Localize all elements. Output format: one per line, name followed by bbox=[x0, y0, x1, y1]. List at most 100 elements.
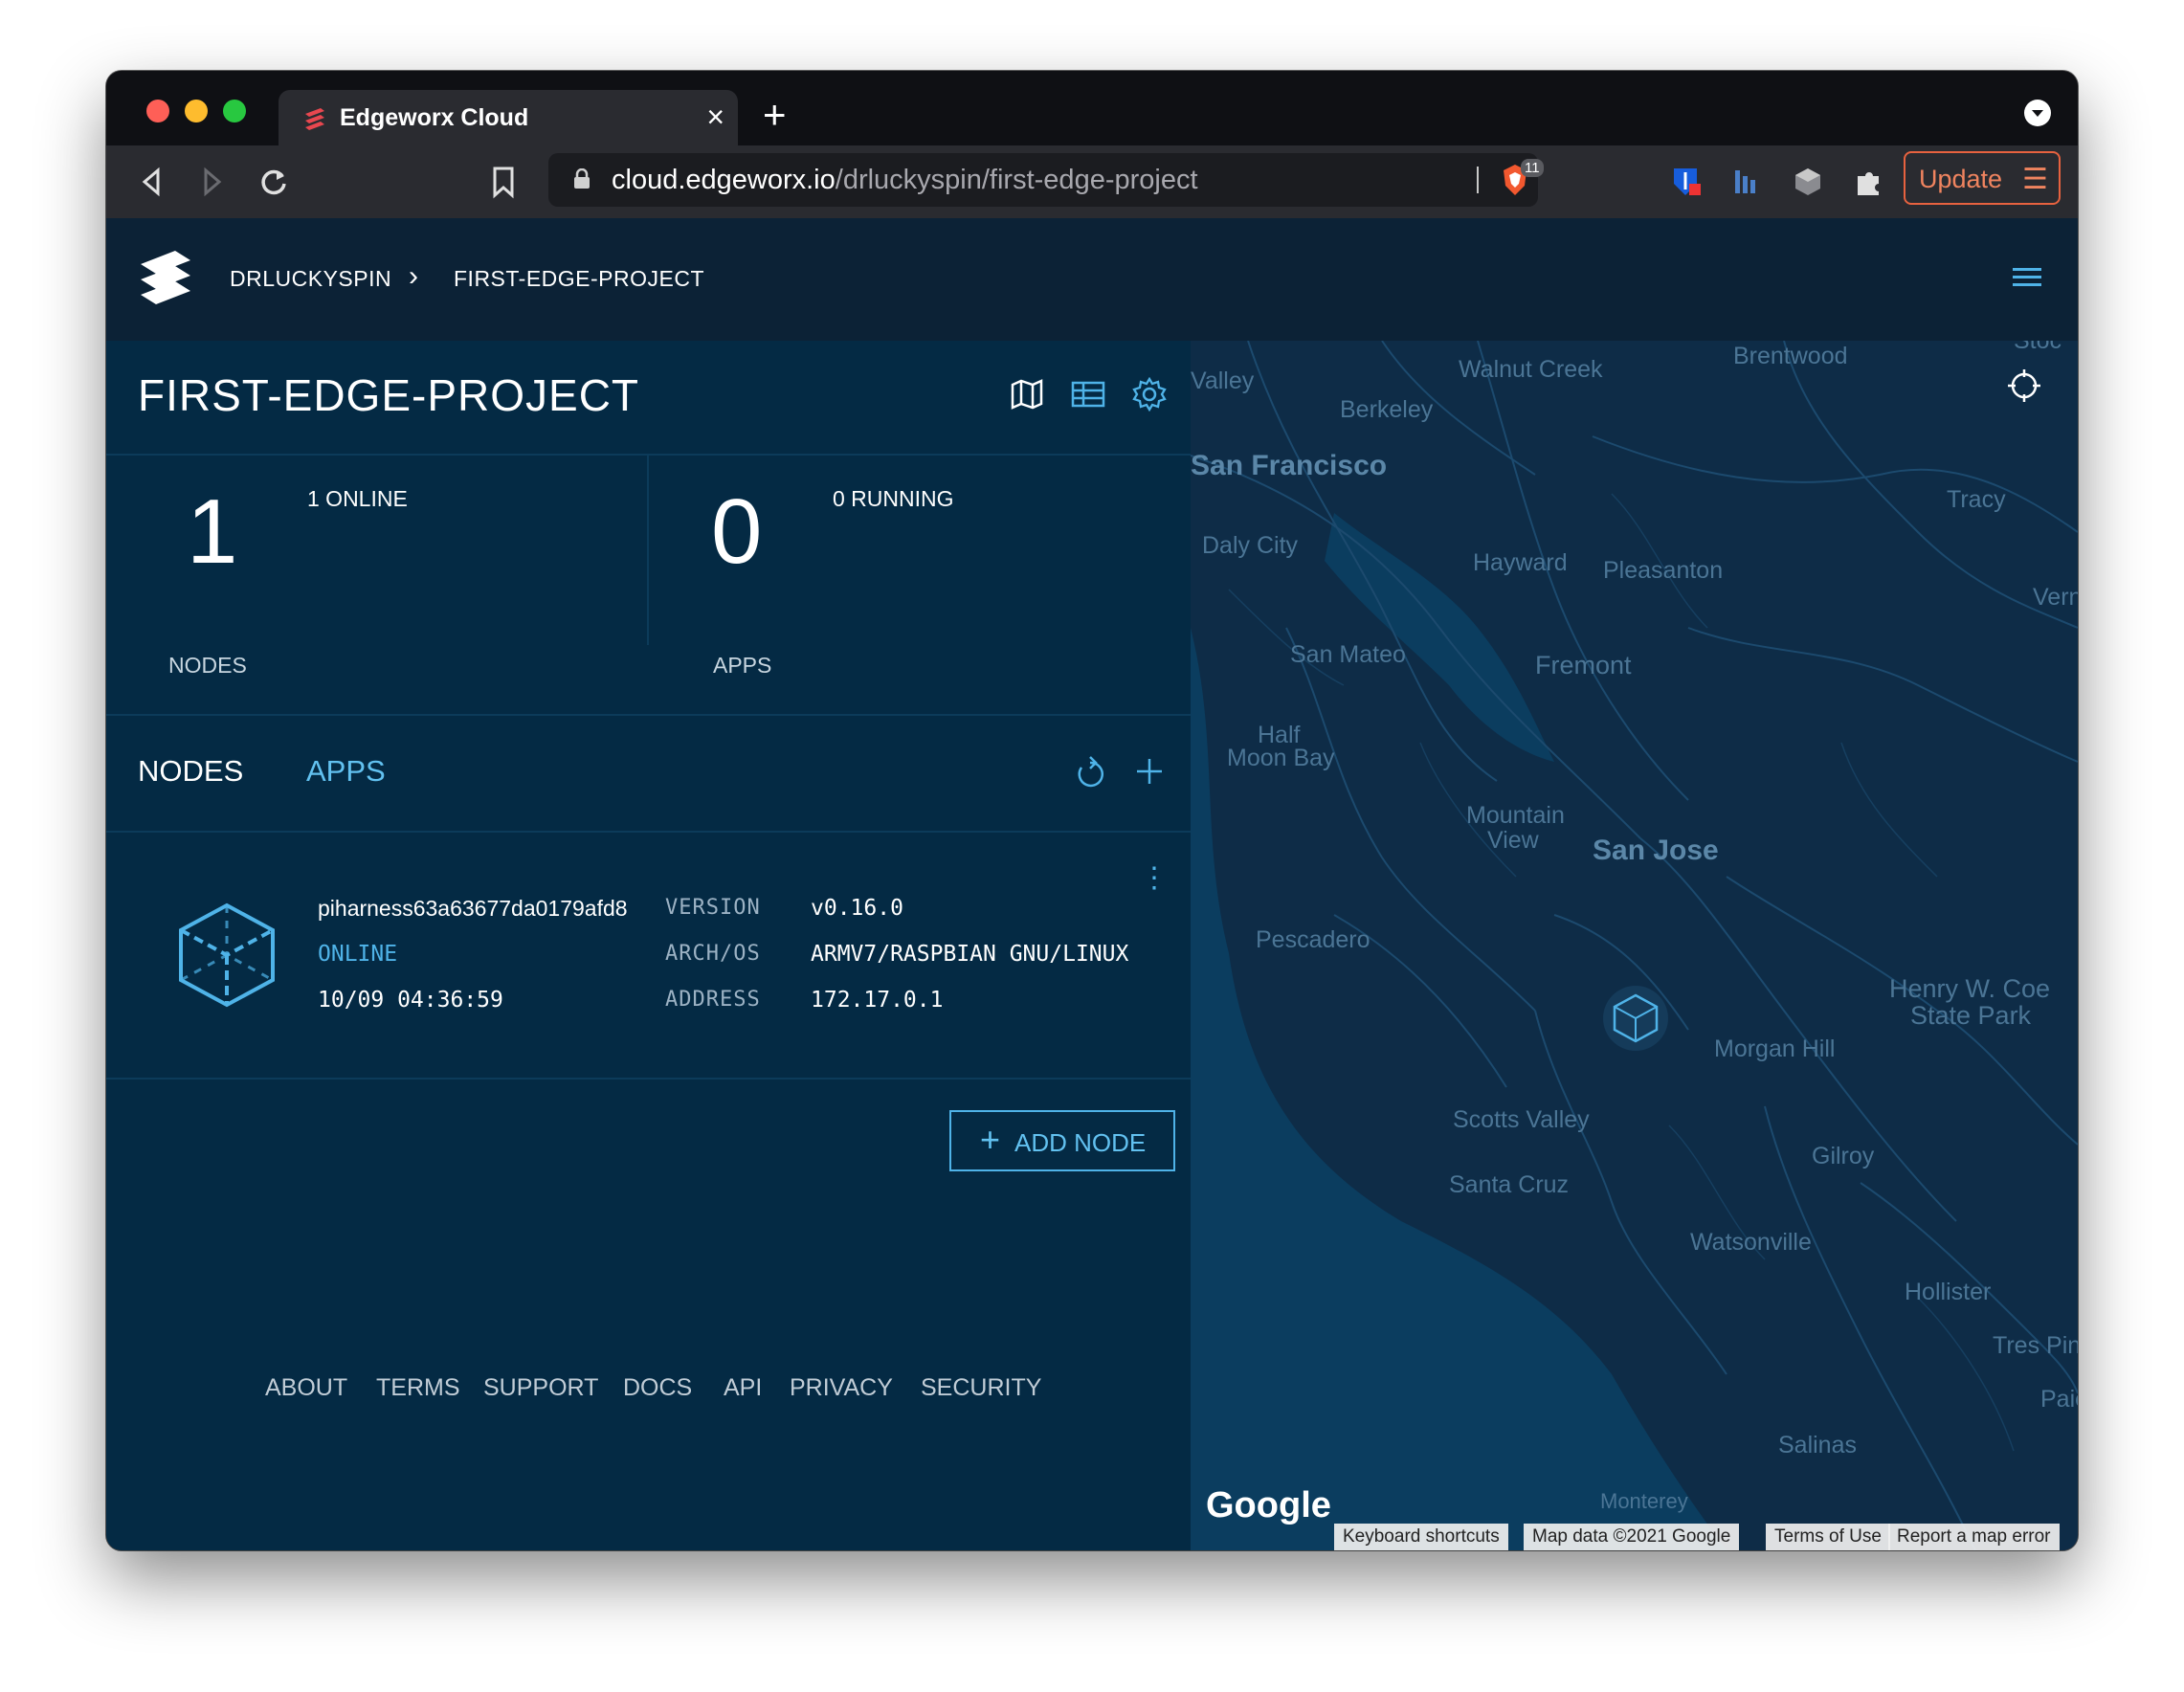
map-label-san-mateo: San Mateo bbox=[1290, 641, 1406, 668]
map-label-walnut-creek: Walnut Creek bbox=[1459, 356, 1603, 383]
footer-link-api[interactable]: API bbox=[724, 1374, 762, 1402]
close-window-button[interactable] bbox=[146, 100, 169, 122]
recenter-crosshair-icon[interactable] bbox=[2006, 367, 2042, 404]
node-version-label: VERSION bbox=[665, 896, 761, 920]
tab-nodes[interactable]: NODES bbox=[138, 754, 243, 789]
url-domain: cloud.edgeworx.io bbox=[612, 165, 836, 195]
google-logo[interactable]: Google bbox=[1206, 1485, 1331, 1526]
map-label-daly-city: Daly City bbox=[1202, 532, 1299, 559]
page-title: FIRST-EDGE-PROJECT bbox=[138, 370, 640, 420]
map-label-scotts-valley: Scotts Valley bbox=[1453, 1106, 1590, 1133]
extensions-puzzle-icon[interactable] bbox=[1852, 165, 1886, 199]
map-label-tracy: Tracy bbox=[1947, 486, 2006, 513]
map-label-stoc: Stoc bbox=[2014, 341, 2062, 354]
project-panel: FIRST-EDGE-PROJECT 1 NODES 1 ONLINE 0 AP… bbox=[106, 341, 1191, 1550]
map-label-mountain-view-1: Mountain bbox=[1466, 802, 1565, 829]
map-view[interactable]: Valley Walnut Creek Brentwood Stoc Berke… bbox=[1191, 341, 2078, 1550]
bookmark-button[interactable] bbox=[491, 165, 516, 199]
map-label-watsonville: Watsonville bbox=[1690, 1229, 1812, 1256]
node-status: ONLINE bbox=[318, 942, 398, 967]
map-label-paicines: Paic bbox=[2040, 1386, 2078, 1413]
tab-title: Edgeworx Cloud bbox=[340, 104, 529, 131]
map-label-morgan-hill: Morgan Hill bbox=[1714, 1035, 1836, 1062]
refresh-icon[interactable] bbox=[1073, 754, 1107, 792]
node-arch: ARMV7/RASPBIAN GNU/LINUX bbox=[811, 942, 1129, 967]
update-label: Update bbox=[1919, 165, 2003, 193]
map-view-icon[interactable] bbox=[1010, 377, 1044, 412]
bitwarden-extension-icon[interactable] bbox=[1668, 165, 1703, 199]
map-terms-of-use-link[interactable]: Terms of Use bbox=[1766, 1524, 1890, 1550]
divider bbox=[106, 1078, 1191, 1080]
node-name[interactable]: piharness63a63677da0179afd8 bbox=[318, 896, 634, 922]
add-node-label: ADD NODE bbox=[1014, 1128, 1147, 1157]
table-view-icon[interactable] bbox=[1071, 377, 1105, 412]
map-label-san-francisco: San Francisco bbox=[1191, 450, 1388, 481]
map-label-monterey: Monterey bbox=[1600, 1489, 1688, 1513]
stats-divider bbox=[647, 454, 649, 645]
node-cube-icon bbox=[179, 902, 275, 1008]
update-button[interactable]: Update ☰ bbox=[1904, 151, 2061, 205]
breadcrumb-org[interactable]: DRLUCKYSPIN bbox=[230, 266, 391, 292]
settings-gear-icon[interactable] bbox=[1132, 377, 1167, 412]
tab-close-icon[interactable]: × bbox=[706, 100, 724, 135]
tab-search-button[interactable] bbox=[2024, 100, 2051, 126]
nodes-online-count: 1 ONLINE bbox=[307, 486, 408, 511]
map-data-attribution: Map data ©2021 Google bbox=[1524, 1524, 1740, 1550]
map-label-pleasanton: Pleasanton bbox=[1603, 557, 1724, 584]
lock-icon bbox=[574, 168, 590, 189]
url-text[interactable]: cloud.edgeworx.io/drluckyspin/first-edge… bbox=[612, 165, 1198, 196]
nodes-count-label: NODES bbox=[168, 653, 247, 678]
add-node-button[interactable]: + ADD NODE bbox=[949, 1110, 1175, 1171]
minimize-window-button[interactable] bbox=[185, 100, 208, 122]
add-node-plus-icon: + bbox=[980, 1120, 1001, 1159]
hamburger-menu-icon[interactable] bbox=[2013, 268, 2041, 291]
back-button[interactable] bbox=[139, 165, 166, 199]
edgeworx-logo-icon[interactable] bbox=[137, 247, 194, 310]
map-label-tres-pinos: Tres Pin bbox=[1993, 1332, 2078, 1359]
footer-link-security[interactable]: SECURITY bbox=[921, 1374, 1041, 1402]
menu-icon: ☰ bbox=[2022, 164, 2048, 195]
reload-button[interactable] bbox=[257, 165, 290, 199]
address-bar[interactable]: cloud.edgeworx.io/drluckyspin/first-edge… bbox=[548, 153, 1544, 207]
footer-link-privacy[interactable]: PRIVACY bbox=[790, 1374, 893, 1402]
footer-link-terms[interactable]: TERMS bbox=[376, 1374, 460, 1402]
app-header: DRLUCKYSPIN › FIRST-EDGE-PROJECT bbox=[106, 218, 2078, 341]
map-label-san-jose: San Jose bbox=[1593, 835, 1719, 866]
map-label-hollister: Hollister bbox=[1905, 1279, 1992, 1305]
map-label-henry-coe-2: State Park bbox=[1910, 1001, 2032, 1030]
apps-running-count: 0 RUNNING bbox=[833, 486, 954, 511]
browser-tab[interactable]: Edgeworx Cloud × bbox=[279, 90, 738, 145]
apps-count: 0 bbox=[711, 480, 763, 583]
node-version: v0.16.0 bbox=[811, 896, 903, 921]
url-path: /drluckyspin/first-edge-project bbox=[835, 165, 1198, 195]
map-label-vern: Vern bbox=[2033, 584, 2078, 611]
map-label-santa-cruz: Santa Cruz bbox=[1449, 1171, 1570, 1198]
footer-link-docs[interactable]: DOCS bbox=[623, 1374, 692, 1402]
map-label-salinas: Salinas bbox=[1778, 1432, 1857, 1458]
map-label-valley: Valley bbox=[1191, 367, 1255, 394]
map-label-henry-coe-1: Henry W. Coe bbox=[1889, 974, 2051, 1003]
cube-extension-icon[interactable] bbox=[1791, 165, 1825, 199]
map-label-berkeley: Berkeley bbox=[1340, 396, 1434, 423]
map-label-fremont: Fremont bbox=[1535, 651, 1632, 679]
node-menu-icon[interactable]: ⋮ bbox=[1140, 861, 1169, 895]
map-report-error-link[interactable]: Report a map error bbox=[1888, 1524, 2060, 1550]
browser-toolbar: cloud.edgeworx.io/drluckyspin/first-edge… bbox=[106, 145, 2078, 218]
new-tab-button[interactable]: + bbox=[763, 92, 787, 138]
analytics-extension-icon[interactable] bbox=[1729, 165, 1764, 199]
nodes-count: 1 bbox=[187, 480, 238, 583]
node-arch-label: ARCH/OS bbox=[665, 942, 761, 966]
node-address-label: ADDRESS bbox=[665, 988, 761, 1012]
map-label-mountain-view-2: View bbox=[1487, 827, 1539, 854]
map-keyboard-shortcuts-link[interactable]: Keyboard shortcuts bbox=[1334, 1524, 1508, 1550]
chevron-down-icon bbox=[2032, 110, 2043, 117]
tab-apps[interactable]: APPS bbox=[306, 754, 386, 789]
forward-button[interactable] bbox=[198, 165, 225, 199]
breadcrumb-project[interactable]: FIRST-EDGE-PROJECT bbox=[454, 266, 704, 292]
footer-link-support[interactable]: SUPPORT bbox=[483, 1374, 598, 1402]
add-icon[interactable] bbox=[1134, 756, 1165, 787]
edgeworx-favicon-icon bbox=[305, 108, 324, 130]
apps-count-label: APPS bbox=[713, 653, 772, 678]
zoom-window-button[interactable] bbox=[223, 100, 246, 122]
footer-link-about[interactable]: ABOUT bbox=[265, 1374, 347, 1402]
